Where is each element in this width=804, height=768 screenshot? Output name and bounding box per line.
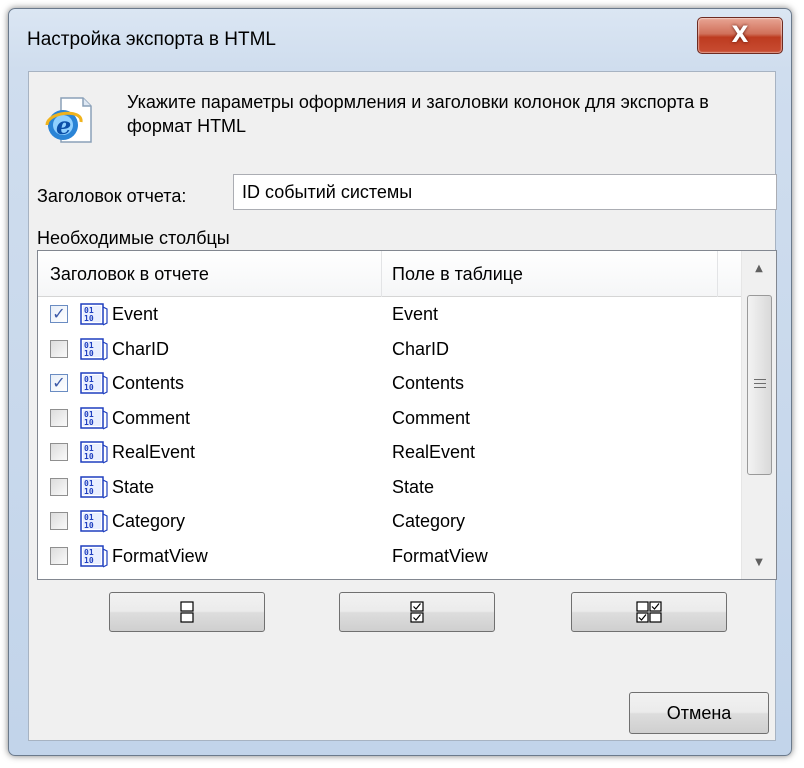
scroll-down-arrow-icon[interactable]: ▼	[742, 545, 776, 579]
row-caption: Comment	[112, 407, 191, 428]
list-item[interactable]: 01 10 RealEvent RealEvent	[38, 435, 741, 470]
svg-text:10: 10	[84, 418, 94, 427]
window-title: Настройка экспорта в HTML	[27, 29, 276, 50]
check-all-icon	[410, 601, 424, 623]
close-button[interactable]: X	[697, 17, 783, 54]
binary-field-icon: 0110	[80, 475, 108, 499]
row-field: State	[392, 476, 435, 497]
export-dialog-window: Настройка экспорта в HTML X e Укажите па…	[8, 8, 792, 756]
list-item[interactable]: 01 10 State State	[38, 470, 741, 505]
cancel-button[interactable]: Отмена	[629, 692, 769, 734]
report-title-input[interactable]	[233, 174, 777, 210]
binary-field-icon: 0110	[80, 372, 108, 395]
list-item[interactable]: 01 10 FormatView FormatView	[38, 539, 741, 574]
row-field: FormatView	[392, 545, 488, 566]
dialog-client-area: e Укажите параметры оформления и заголов…	[28, 71, 777, 741]
row-field: CharID	[392, 338, 450, 359]
row-caption: Category	[112, 511, 186, 531]
row-caption: CharID	[112, 338, 170, 359]
row-caption: Event	[112, 304, 159, 324]
svg-text:10: 10	[84, 314, 94, 323]
scroll-up-arrow-icon[interactable]: ▲	[742, 251, 776, 285]
scrollbar-thumb[interactable]	[747, 295, 772, 475]
row-checkbox[interactable]: ✓	[50, 374, 68, 392]
list-item[interactable]: 01 10 Comment Comment	[38, 401, 741, 436]
row-field: Contents	[392, 373, 465, 393]
row-checkbox[interactable]	[50, 477, 68, 496]
required-columns-label: Необходимые столбцы	[37, 228, 230, 248]
row-field: Comment	[392, 407, 471, 428]
binary-field-icon: 0110	[80, 337, 108, 361]
row-checkbox[interactable]	[50, 512, 68, 530]
binary-field-icon: 0110	[80, 406, 108, 430]
columns-list: Заголовок в отчете Поле в таблице ✓ 01 10…	[37, 250, 777, 580]
invert-selection-icon	[636, 601, 662, 623]
column-header-field[interactable]: Поле в таблице	[382, 251, 718, 297]
uncheck-all-icon	[180, 601, 194, 623]
list-item[interactable]: 01 10 CharID CharID	[38, 332, 741, 367]
list-rows: ✓ 01 10 Event Event 01 10 CharID CharID ✓ …	[38, 297, 741, 573]
svg-text:10: 10	[84, 556, 94, 565]
title-bar[interactable]: Настройка экспорта в HTML X	[9, 9, 791, 69]
row-checkbox[interactable]	[50, 339, 68, 358]
grip-icon	[754, 379, 766, 389]
report-title-label: Заголовок отчета:	[37, 186, 187, 206]
binary-field-icon: 0110	[80, 544, 108, 568]
row-field: RealEvent	[392, 442, 476, 462]
row-checkbox[interactable]	[50, 408, 68, 427]
internet-explorer-document-icon: e	[45, 97, 92, 143]
binary-field-icon: 0110	[80, 441, 108, 464]
svg-text:10: 10	[84, 487, 94, 496]
check-all-button[interactable]	[339, 592, 495, 632]
binary-field-icon: 0110	[80, 510, 108, 533]
list-item[interactable]: 01 10 Category Category	[38, 504, 741, 539]
row-checkbox[interactable]	[50, 546, 68, 565]
row-caption: FormatView	[112, 545, 208, 566]
list-header: Заголовок в отчете Поле в таблице	[38, 251, 741, 297]
row-field: Event	[392, 304, 439, 324]
info-text: Укажите параметры оформления и заголовки…	[127, 92, 709, 136]
row-caption: State	[112, 476, 155, 497]
row-caption: Contents	[112, 373, 185, 393]
close-icon: X	[731, 23, 749, 48]
row-checkbox[interactable]: ✓	[50, 305, 68, 323]
svg-text:10: 10	[84, 383, 94, 392]
invert-selection-button[interactable]	[571, 592, 727, 632]
row-checkbox[interactable]	[50, 443, 68, 461]
svg-text:10: 10	[84, 452, 94, 461]
column-header-caption[interactable]: Заголовок в отчете	[38, 251, 382, 297]
list-vertical-scrollbar[interactable]: ▲ ▼	[741, 251, 776, 579]
binary-field-icon: 0110	[80, 303, 108, 326]
row-field: Category	[392, 511, 466, 531]
svg-text:10: 10	[84, 349, 94, 358]
list-item[interactable]: ✓ 01 10 Event Event	[38, 297, 741, 332]
svg-text:10: 10	[84, 521, 94, 530]
list-item[interactable]: ✓ 01 10 Contents Contents	[38, 366, 741, 401]
uncheck-all-button[interactable]	[109, 592, 265, 632]
row-caption: RealEvent	[112, 442, 196, 462]
